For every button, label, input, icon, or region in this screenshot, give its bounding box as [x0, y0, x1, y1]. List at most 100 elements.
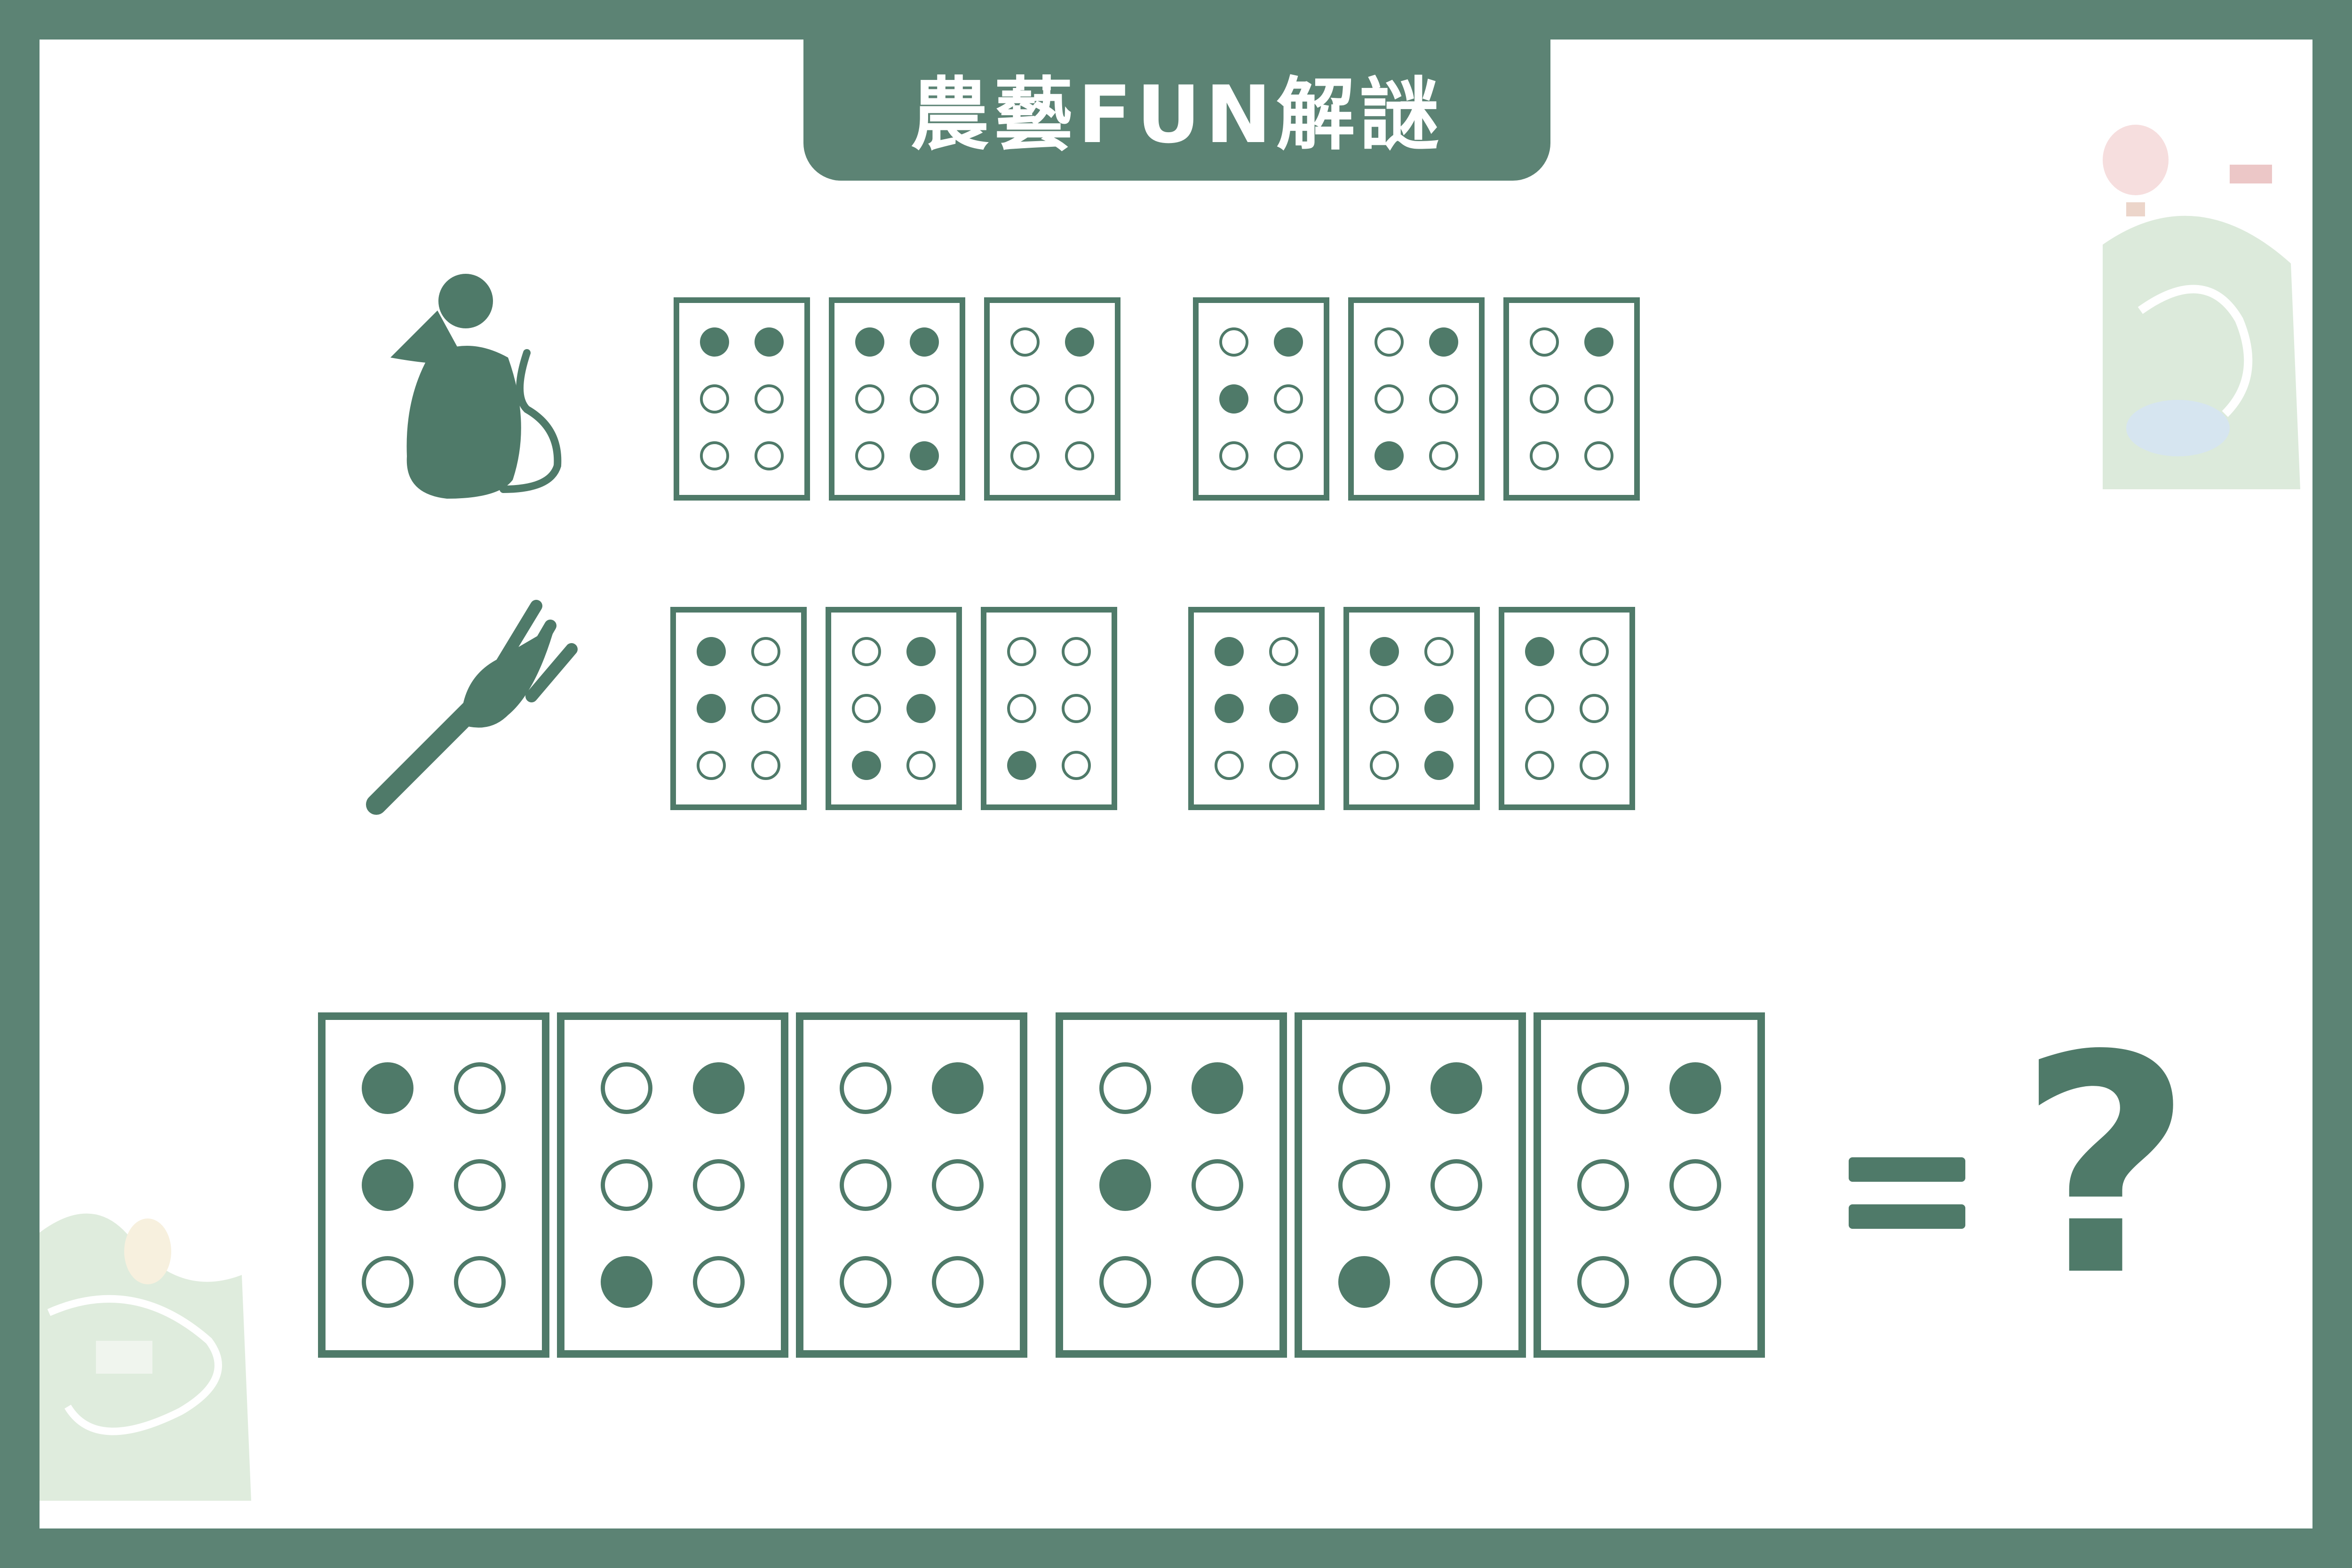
braille-dot-flat — [852, 694, 881, 723]
braille-cell — [1348, 297, 1485, 501]
braille-dot-flat — [1010, 327, 1040, 357]
braille-dot-flat — [1192, 1256, 1244, 1308]
mouse-icon — [390, 274, 562, 499]
braille-dot-flat — [839, 1062, 891, 1114]
braille-dot-flat — [1669, 1256, 1722, 1308]
braille-dot-raised — [1007, 750, 1036, 780]
braille-dot-flat — [1530, 441, 1559, 470]
braille-cell — [984, 297, 1120, 501]
braille-cell — [1499, 607, 1635, 810]
braille-dot-flat — [1099, 1062, 1151, 1114]
braille-dot-flat — [1530, 327, 1559, 357]
braille-dot-flat — [1338, 1062, 1390, 1114]
braille-dot-raised — [1269, 694, 1298, 723]
question-braille-cell — [318, 1012, 549, 1358]
braille-dot-flat — [1062, 694, 1091, 723]
braille-dot-raised — [1370, 637, 1399, 667]
balloon-decoration — [2103, 125, 2300, 489]
braille-dot-flat — [1065, 384, 1094, 414]
question-braille-cell — [796, 1012, 1027, 1358]
braille-dot-raised — [1215, 637, 1244, 667]
braille-cell — [1503, 297, 1640, 501]
braille-dot-flat — [1215, 750, 1244, 780]
question-braille-cell — [557, 1012, 788, 1358]
braille-dot-raised — [910, 327, 939, 357]
braille-cell — [1188, 607, 1325, 810]
braille-dot-flat — [1370, 750, 1399, 780]
braille-dot-flat — [1375, 327, 1404, 357]
braille-dot-flat — [1375, 384, 1404, 414]
braille-dot-raised — [906, 694, 936, 723]
braille-dot-flat — [1010, 441, 1040, 470]
braille-dot-flat — [839, 1159, 891, 1211]
page-title: 農藝FUN解謎 — [910, 68, 1444, 161]
braille-dot-flat — [1424, 637, 1454, 667]
braille-dot-flat — [1062, 637, 1091, 667]
braille-dot-flat — [700, 441, 729, 470]
braille-dot-flat — [1007, 637, 1036, 667]
braille-dot-flat — [1269, 750, 1298, 780]
braille-dot-flat — [1577, 1256, 1629, 1308]
braille-dot-flat — [700, 384, 729, 414]
braille-dot-flat — [755, 441, 784, 470]
braille-dot-raised — [361, 1062, 413, 1114]
braille-dot-flat — [1219, 441, 1248, 470]
braille-dot-flat — [1274, 384, 1303, 414]
braille-dot-flat — [751, 694, 780, 723]
braille-dot-raised — [855, 327, 884, 357]
braille-cell — [670, 607, 807, 810]
fork-icon — [366, 600, 578, 815]
braille-dot-raised — [1219, 384, 1248, 414]
braille-dot-flat — [910, 384, 939, 414]
title-banner: 農藝FUN解謎 — [803, 40, 1550, 181]
braille-cell — [1193, 297, 1329, 501]
braille-dot-raised — [697, 694, 726, 723]
braille-cell — [1343, 607, 1480, 810]
braille-dot-flat — [1429, 384, 1458, 414]
braille-dot-flat — [751, 637, 780, 667]
braille-dot-flat — [1580, 750, 1609, 780]
braille-dot-flat — [932, 1159, 984, 1211]
braille-dot-flat — [1219, 327, 1248, 357]
braille-dot-flat — [1274, 441, 1303, 470]
braille-dot-raised — [1215, 694, 1244, 723]
braille-dot-raised — [755, 327, 784, 357]
braille-dot-flat — [1430, 1256, 1483, 1308]
braille-dot-flat — [855, 384, 884, 414]
braille-dot-raised — [1429, 327, 1458, 357]
braille-dot-flat — [600, 1159, 652, 1211]
braille-dot-flat — [454, 1256, 506, 1308]
braille-dot-raised — [1375, 441, 1404, 470]
braille-dot-flat — [697, 750, 726, 780]
braille-dot-raised — [1338, 1256, 1390, 1308]
question-mark: ? — [2018, 991, 2193, 1342]
braille-dot-flat — [839, 1256, 891, 1308]
braille-dot-flat — [751, 750, 780, 780]
braille-dot-flat — [1584, 441, 1613, 470]
braille-dot-flat — [600, 1062, 652, 1114]
braille-dot-flat — [1370, 694, 1399, 723]
braille-cell — [829, 297, 965, 501]
braille-dot-flat — [1584, 384, 1613, 414]
braille-dot-flat — [693, 1256, 745, 1308]
braille-dot-raised — [932, 1062, 984, 1114]
braille-dot-raised — [1424, 750, 1454, 780]
braille-dot-flat — [1580, 694, 1609, 723]
braille-dot-raised — [600, 1256, 652, 1308]
braille-dot-raised — [693, 1062, 745, 1114]
braille-dot-raised — [910, 441, 939, 470]
braille-dot-raised — [1669, 1062, 1722, 1114]
braille-dot-flat — [1577, 1062, 1629, 1114]
braille-dot-flat — [454, 1062, 506, 1114]
braille-dot-flat — [1338, 1159, 1390, 1211]
braille-dot-raised — [1424, 694, 1454, 723]
braille-dot-flat — [1429, 441, 1458, 470]
braille-cell — [981, 607, 1117, 810]
braille-dot-raised — [906, 637, 936, 667]
braille-dot-raised — [1274, 327, 1303, 357]
question-braille-cell — [1295, 1012, 1526, 1358]
braille-cell — [674, 297, 810, 501]
braille-dot-flat — [1010, 384, 1040, 414]
braille-dot-flat — [454, 1159, 506, 1211]
braille-dot-raised — [361, 1159, 413, 1211]
